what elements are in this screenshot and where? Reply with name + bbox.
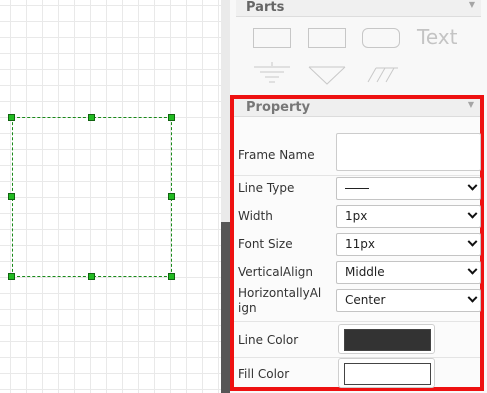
horizontal-align-value: Center — [345, 293, 386, 307]
rounded-rectangle-shape-icon[interactable] — [362, 28, 400, 48]
line-type-select[interactable] — [336, 177, 481, 200]
drawing-canvas[interactable] — [0, 0, 221, 393]
vertical-align-value: Middle — [345, 265, 385, 279]
chevron-down-icon — [467, 264, 478, 275]
fill-color-picker[interactable] — [338, 358, 435, 388]
parts-header[interactable]: Parts ▼ — [236, 0, 481, 17]
font-size-value: 11px — [345, 237, 375, 251]
chevron-down-icon — [467, 236, 478, 247]
fill-color-swatch — [344, 363, 431, 385]
resize-handle-left[interactable] — [8, 193, 15, 200]
font-size-label: Font Size — [238, 237, 293, 251]
width-label: Width — [238, 209, 273, 223]
selected-frame[interactable] — [12, 117, 172, 277]
rectangle-shape-icon[interactable] — [308, 28, 346, 48]
rectangle-shape-icon[interactable] — [253, 28, 291, 48]
frame-name-label: Frame Name — [238, 148, 315, 162]
line-color-label: Line Color — [238, 333, 299, 347]
chevron-down-icon[interactable]: ▼ — [469, 0, 475, 9]
resize-handle-bottom-right[interactable] — [168, 273, 175, 280]
chevron-down-icon — [467, 180, 478, 191]
chevron-down-icon — [467, 292, 478, 303]
scrollbar-thumb[interactable] — [221, 222, 230, 393]
triangle-shape-icon[interactable] — [308, 64, 346, 86]
ground-symbol-icon[interactable] — [253, 62, 291, 84]
resize-handle-top-left[interactable] — [8, 114, 15, 121]
line-sample — [345, 188, 369, 189]
resize-handle-top-right[interactable] — [168, 114, 175, 121]
horizontal-align-label: HorizontallyAl ign — [238, 286, 322, 315]
resize-handle-top[interactable] — [88, 114, 95, 121]
fill-color-label: Fill Color — [238, 367, 290, 381]
parts-title: Parts — [246, 0, 285, 15]
chevron-down-icon[interactable]: ▼ — [468, 100, 474, 109]
font-size-select[interactable]: 11px — [336, 233, 481, 256]
property-panel: Property ▼ Frame Name Line Type Width 1p… — [230, 95, 484, 391]
hatch-lines-icon[interactable] — [366, 64, 400, 86]
resize-handle-right[interactable] — [168, 193, 175, 200]
property-header[interactable]: Property ▼ — [234, 99, 480, 117]
line-color-swatch — [344, 329, 431, 351]
horizontal-align-select[interactable]: Center — [336, 289, 481, 312]
divider — [234, 175, 480, 176]
resize-handle-bottom-left[interactable] — [8, 273, 15, 280]
frame-name-input[interactable] — [336, 133, 481, 171]
line-type-label: Line Type — [238, 181, 295, 195]
vertical-align-label: VerticalAlign — [238, 265, 314, 279]
vertical-align-select[interactable]: Middle — [336, 261, 481, 284]
vertical-scrollbar[interactable] — [221, 0, 230, 393]
chevron-down-icon — [467, 208, 478, 219]
property-title: Property — [246, 100, 311, 115]
width-value: 1px — [345, 209, 368, 223]
width-select[interactable]: 1px — [336, 205, 481, 228]
divider — [234, 321, 480, 322]
resize-handle-bottom[interactable] — [88, 273, 95, 280]
parts-palette: Text — [236, 18, 481, 92]
text-tool[interactable]: Text — [417, 25, 457, 49]
line-color-picker[interactable] — [338, 324, 435, 354]
